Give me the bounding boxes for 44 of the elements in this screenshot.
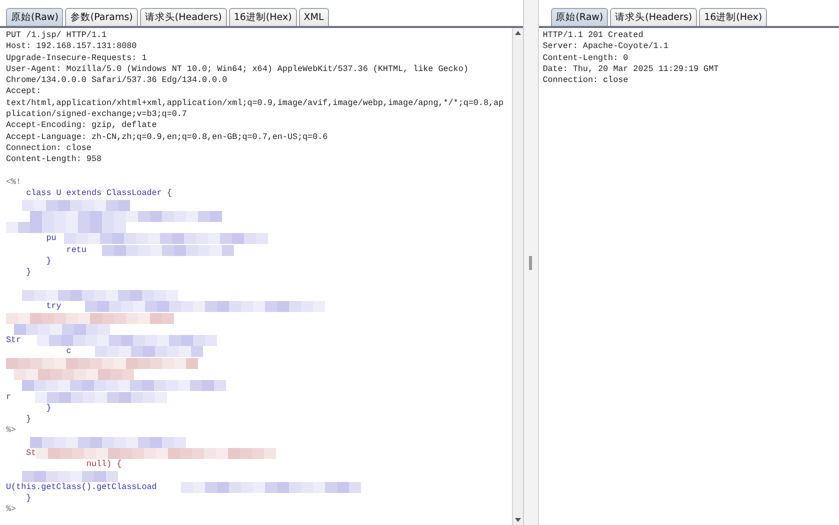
tab[interactable]: 原始(Raw) xyxy=(550,8,608,26)
header-line: User-Agent: Mozilla/5.0 (Windows NT 10.0; Win64; x64) AppleWebKit/537.36 (KHTML, like Gecko) xyxy=(6,64,468,76)
code-line: c xyxy=(65,346,72,358)
tab[interactable]: 16进制(Hex) xyxy=(699,8,768,26)
code-line: %> xyxy=(6,425,16,437)
code-line: class U extends ClassLoader { xyxy=(25,188,172,200)
code-line: r xyxy=(6,392,12,403)
code-line: St xyxy=(25,448,36,460)
code-line: } xyxy=(45,402,52,414)
response-line: Server: Apache-Coyote/1.1 xyxy=(542,41,668,53)
response-line: Connection: close xyxy=(542,75,628,86)
tab[interactable]: 原始(Raw) xyxy=(6,8,64,26)
code-line: } xyxy=(25,493,32,504)
code-line: null) { xyxy=(85,459,122,471)
header-line: Chrome/134.0.0.0 Safari/537.36 Edg/134.0.0.0 xyxy=(6,75,228,86)
header-line: Upgrade-Insecure-Requests: 1 xyxy=(6,52,147,64)
code-line: retu xyxy=(65,244,86,256)
header-line: plication/signed-exchange;v=b3;q=0.7 xyxy=(6,109,187,120)
code-line: U(this.getClass().getClassLoad xyxy=(6,482,157,494)
tab[interactable]: 16进制(Hex) xyxy=(228,8,297,26)
response-line: Date: Thu, 20 Mar 2025 11:29:19 GMT xyxy=(542,64,719,76)
code-line: Str xyxy=(6,335,22,346)
response-line: HTTP/1.1 201 Created xyxy=(542,30,644,42)
code-line: %> xyxy=(6,504,16,516)
tab[interactable]: 参数(Params) xyxy=(65,8,138,26)
header-line: Accept-Language: zh-CN,zh;q=0.9,en;q=0.8,en-GB;q=0.7,en-US;q=0.6 xyxy=(6,132,328,143)
code-line: try xyxy=(45,301,62,312)
tab[interactable]: 请求头(Headers) xyxy=(140,8,227,26)
response-line: Content-Length: 0 xyxy=(542,52,628,64)
code-line: <%! xyxy=(6,176,22,188)
header-line: Connection: close xyxy=(6,142,92,154)
code-line: } xyxy=(45,256,52,268)
header-line: Accept: xyxy=(6,86,42,98)
code-line: } xyxy=(25,414,32,426)
code-line: pu xyxy=(45,233,56,245)
header-line: Accept-Encoding: gzip, deflate xyxy=(6,120,157,132)
tab[interactable]: XML xyxy=(298,8,329,26)
tab[interactable]: 请求头(Headers) xyxy=(610,8,698,26)
grip-icon xyxy=(529,256,532,270)
header-line: Host: 192.168.157.131:8080 xyxy=(6,41,137,53)
header-line: text/html,application/xhtml+xml,application/xml;q=0.9,image/avif,image/webp,image/apng,*/*;q=0.8,ap xyxy=(6,98,504,110)
code-line: } xyxy=(25,267,32,279)
header-line: PUT /1.jsp/ HTTP/1.1 xyxy=(6,30,107,42)
header-line: Content-Length: 958 xyxy=(6,154,102,166)
